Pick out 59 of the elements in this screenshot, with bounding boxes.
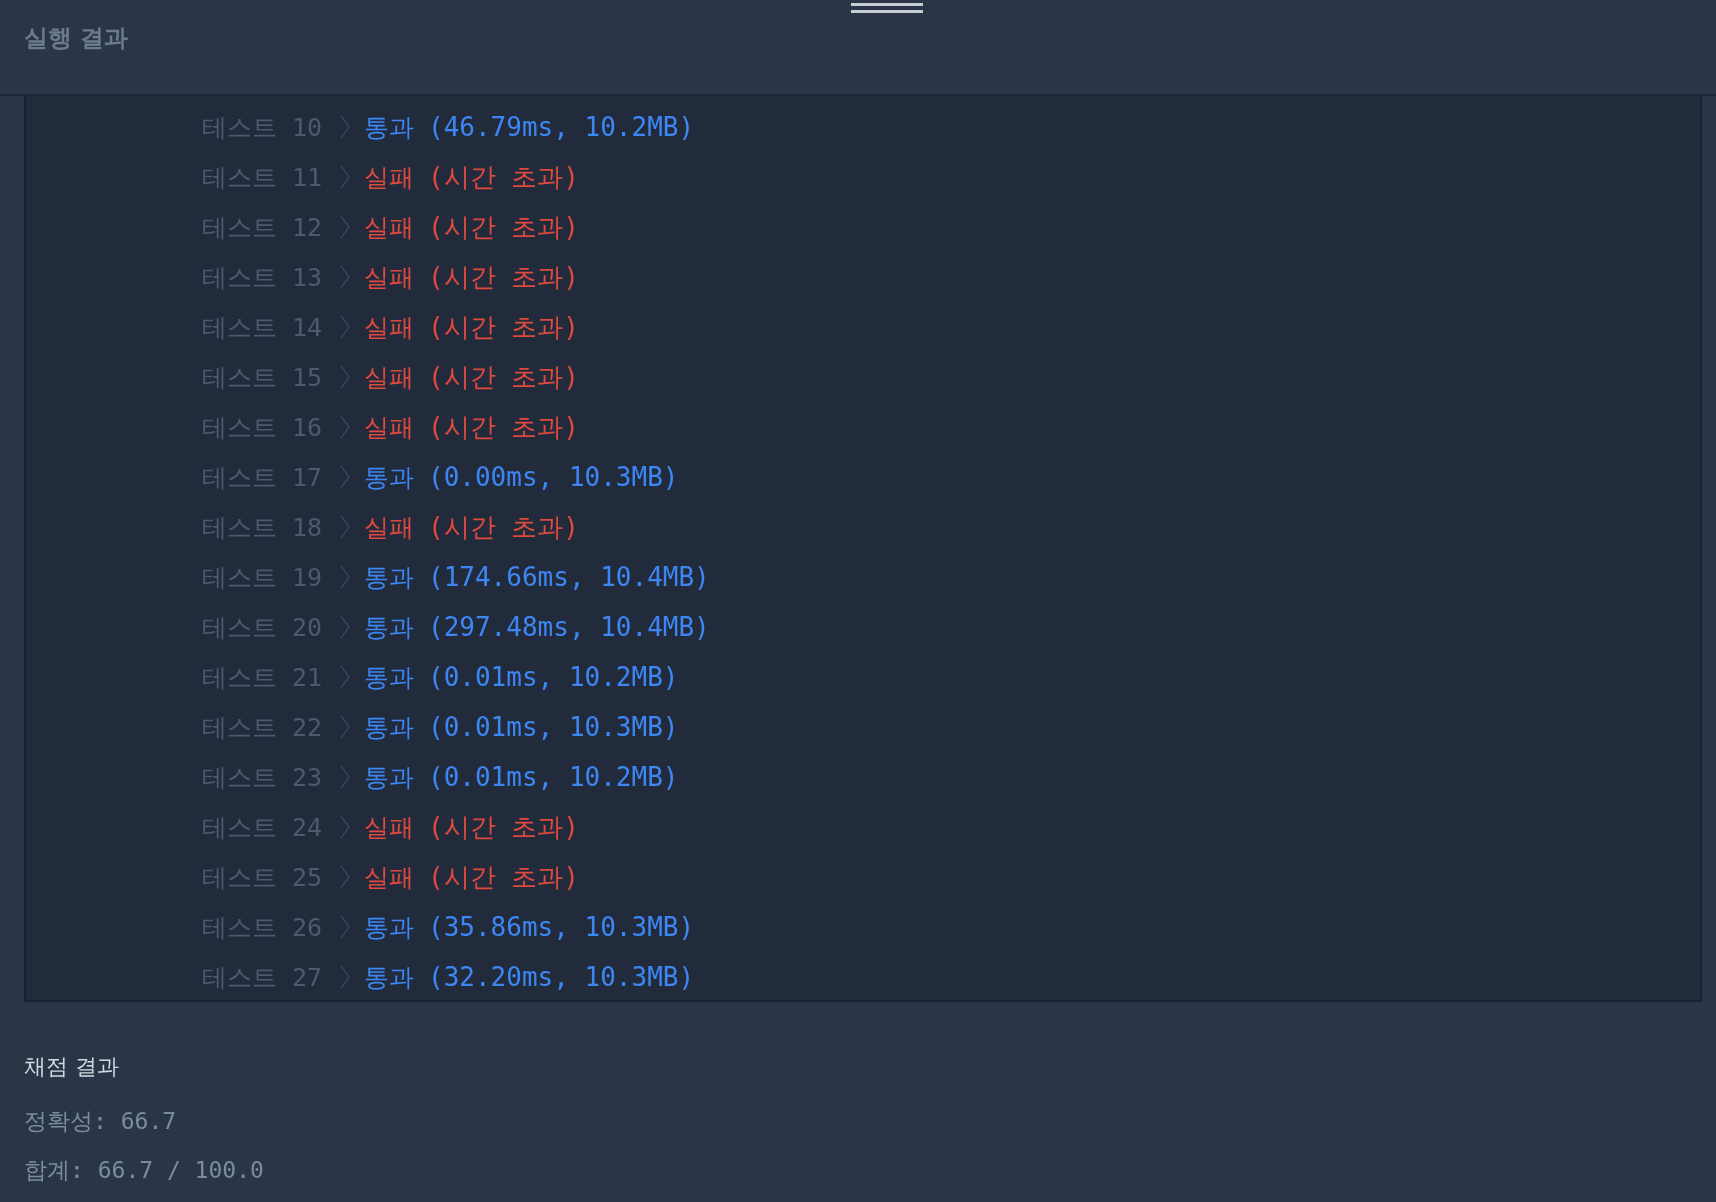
chevron-icon: [340, 165, 350, 189]
test-status: 실패: [364, 511, 414, 544]
chevron-icon: [340, 965, 350, 989]
test-status: 통과: [364, 961, 414, 994]
panel-title: 실행 결과: [24, 23, 129, 54]
test-detail: (시간 초과): [428, 860, 579, 894]
test-detail: (시간 초과): [428, 210, 579, 244]
chevron-icon: [340, 215, 350, 239]
chevron-icon: [340, 765, 350, 789]
chevron-icon: [340, 115, 350, 139]
test-detail: (시간 초과): [428, 260, 579, 294]
summary-title: 채점 결과: [24, 1053, 120, 1081]
chevron-icon: [340, 715, 350, 739]
test-detail: (32.20ms, 10.3MB): [428, 962, 695, 992]
test-status: 통과: [364, 761, 414, 794]
test-status: 실패: [364, 811, 414, 844]
test-detail: (0.01ms, 10.2MB): [428, 662, 679, 692]
test-detail: (297.48ms, 10.4MB): [428, 612, 710, 642]
test-detail: (시간 초과): [428, 360, 579, 394]
test-detail: (시간 초과): [428, 510, 579, 544]
test-status: 통과: [364, 111, 414, 144]
test-detail: (174.66ms, 10.4MB): [428, 562, 710, 592]
chevron-icon: [340, 315, 350, 339]
chevron-icon: [340, 415, 350, 439]
test-status: 통과: [364, 611, 414, 644]
test-detail: (0.00ms, 10.3MB): [428, 462, 679, 492]
test-detail: (시간 초과): [428, 160, 579, 194]
test-status: 실패: [364, 361, 414, 394]
test-status: 통과: [364, 461, 414, 494]
chevron-icon: [340, 865, 350, 889]
chevron-icon: [340, 265, 350, 289]
summary-line: 합계: 66.7 / 100.0: [24, 1156, 265, 1185]
test-detail: (0.01ms, 10.2MB): [428, 762, 679, 792]
test-detail: (시간 초과): [428, 810, 579, 844]
chevron-icon: [340, 365, 350, 389]
chevron-icon: [340, 565, 350, 589]
chevron-icon: [340, 515, 350, 539]
test-status: 실패: [364, 261, 414, 294]
test-detail: (시간 초과): [428, 410, 579, 444]
resize-handle[interactable]: [851, 3, 923, 13]
chevron-icon: [340, 815, 350, 839]
test-detail: (0.01ms, 10.3MB): [428, 712, 679, 742]
chevron-icon: [340, 465, 350, 489]
test-status: 통과: [364, 561, 414, 594]
test-detail: (35.86ms, 10.3MB): [428, 912, 695, 942]
test-status: 실패: [364, 411, 414, 444]
summary-line: 정확성: 66.7: [24, 1107, 178, 1136]
chevron-icon: [340, 615, 350, 639]
test-status: 실패: [364, 861, 414, 894]
test-status: 통과: [364, 711, 414, 744]
test-status: 실패: [364, 161, 414, 194]
test-detail: (시간 초과): [428, 310, 579, 344]
chevron-icon: [340, 915, 350, 939]
chevron-icon: [340, 665, 350, 689]
test-detail: (46.79ms, 10.2MB): [428, 112, 695, 142]
test-status: 통과: [364, 911, 414, 944]
test-status: 통과: [364, 661, 414, 694]
test-status: 실패: [364, 211, 414, 244]
test-status: 실패: [364, 311, 414, 344]
